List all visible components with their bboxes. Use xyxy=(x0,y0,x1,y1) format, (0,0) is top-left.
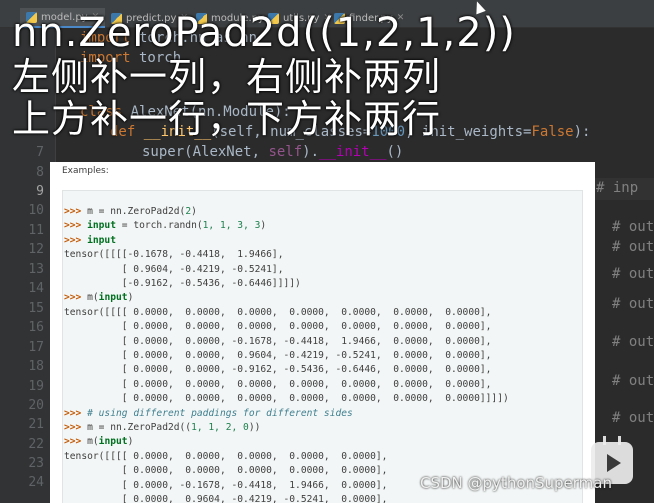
play-icon xyxy=(607,454,621,472)
code-comment: # out xyxy=(612,219,654,235)
doc-code-line: [ 0.0000, 0.0000, 0.0000, 0.0000, 0.0000… xyxy=(64,465,388,477)
doc-code-line: >>> m(input) xyxy=(64,436,134,448)
doc-code-line: >>> m = nn.ZeroPad2d(2) xyxy=(64,206,197,217)
line-number: 21 xyxy=(28,417,44,432)
code-line: super(AlexNet, self).__init__() xyxy=(142,144,404,160)
doc-code-line: >>> input xyxy=(64,234,116,246)
doc-code-line: >>> m(input) xyxy=(64,292,134,304)
doc-title: Examples: xyxy=(62,166,109,176)
code-comment: # out xyxy=(612,410,654,426)
doc-code-line: [ 0.9604, -0.4219, -0.5241], xyxy=(64,263,284,275)
caption-line-3: 上方补一行，下方补两行 xyxy=(12,97,442,141)
code-comment: # out xyxy=(612,296,654,312)
tv-ear-icon xyxy=(603,436,606,445)
line-number: 24 xyxy=(28,475,44,490)
code-comment: # out xyxy=(612,239,654,255)
line-number: 16 xyxy=(28,320,44,335)
code-comment: # out xyxy=(612,373,654,389)
line-number: 12 xyxy=(28,242,44,257)
code-comment: # inp xyxy=(596,180,639,196)
doc-code-line: [ 0.0000, 0.0000, -0.1678, -0.4418, 1.94… xyxy=(64,335,492,347)
line-number: 15 xyxy=(28,301,44,316)
doc-code-line: tensor([[[[-0.1678, -0.4418, 1.9466], xyxy=(64,249,284,261)
line-number: 19 xyxy=(28,379,44,394)
line-number: 14 xyxy=(28,281,44,296)
line-number: 17 xyxy=(28,340,44,355)
doc-code-line: [ 0.0000, 0.0000, 0.0000, 0.0000, 0.0000… xyxy=(64,393,509,405)
line-number: 7 xyxy=(36,145,44,160)
line-number: 20 xyxy=(28,398,44,413)
doc-code-line: [ 0.0000, 0.0000, 0.0000, 0.0000, 0.0000… xyxy=(64,321,492,333)
line-number: 9 xyxy=(36,184,44,199)
doc-code-line: [-0.9162, -0.5436, -0.6446]]]]) xyxy=(64,278,301,289)
line-number: 18 xyxy=(28,359,44,374)
doc-code-line: [ 0.0000, 0.9604, -0.4219, -0.5241, 0.00… xyxy=(64,494,388,503)
line-number: 13 xyxy=(28,262,44,277)
doc-code-line: tensor([[[[ 0.0000, 0.0000, 0.0000, 0.00… xyxy=(64,450,388,462)
watermark: CSDN @pythonSuperman xyxy=(420,474,612,492)
line-number: 22 xyxy=(28,437,44,452)
quick-documentation-popup[interactable]: Examples: >>> m = nn.ZeroPad2d(2) >>> inp… xyxy=(50,162,595,503)
line-number: 10 xyxy=(28,203,44,218)
doc-code-line: [ 0.0000, 0.0000, 0.9604, -0.4219, -0.52… xyxy=(64,350,492,361)
line-number: 23 xyxy=(28,456,44,471)
line-number: 8 xyxy=(36,165,44,180)
doc-code-line: >>> m = nn.ZeroPad2d((1, 1, 2, 0)) xyxy=(64,422,261,433)
doc-code-line: tensor([[[[ 0.0000, 0.0000, 0.0000, 0.00… xyxy=(64,306,492,318)
code-comment: # out xyxy=(612,334,654,350)
doc-code-line: >>> # using different paddings for diffe… xyxy=(64,407,353,419)
line-number: 11 xyxy=(28,223,44,238)
tv-ear-icon xyxy=(618,436,621,445)
code-comment: # out xyxy=(612,266,654,282)
doc-code-line: [ 0.0000, 0.0000, -0.9162, -0.5436, -0.6… xyxy=(64,364,492,376)
doc-code-line: [ 0.0000, -0.1678, -0.4418, 1.9466, 0.00… xyxy=(64,479,388,491)
doc-code-line: >>> input = torch.randn(1, 1, 3, 3) xyxy=(64,220,267,232)
doc-code-line: [ 0.0000, 0.0000, 0.0000, 0.0000, 0.0000… xyxy=(64,378,492,390)
